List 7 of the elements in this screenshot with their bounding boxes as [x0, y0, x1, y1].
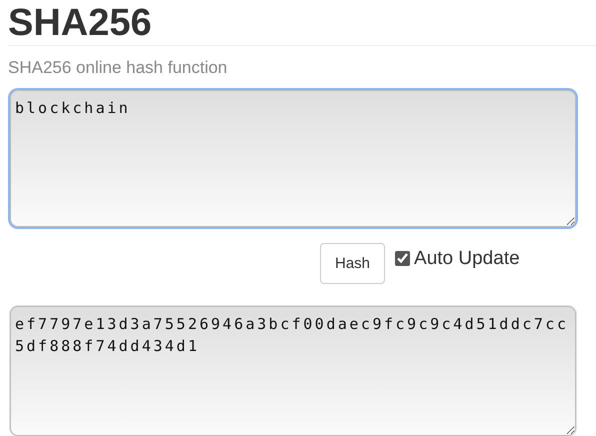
page-title: SHA256 — [8, 1, 153, 44]
auto-update-checkbox[interactable] — [395, 251, 410, 266]
subtitle: SHA256 online hash function — [8, 58, 228, 78]
hash-button[interactable]: Hash — [320, 243, 386, 284]
input-field[interactable]: blockchain — [10, 90, 576, 227]
output-field[interactable]: ef7797e13d3a75526946a3bcf00daec9fc9c9c4d51ddc7cc5df888f74dd434d1 — [10, 306, 576, 436]
auto-update-label: Auto Update — [414, 248, 520, 270]
